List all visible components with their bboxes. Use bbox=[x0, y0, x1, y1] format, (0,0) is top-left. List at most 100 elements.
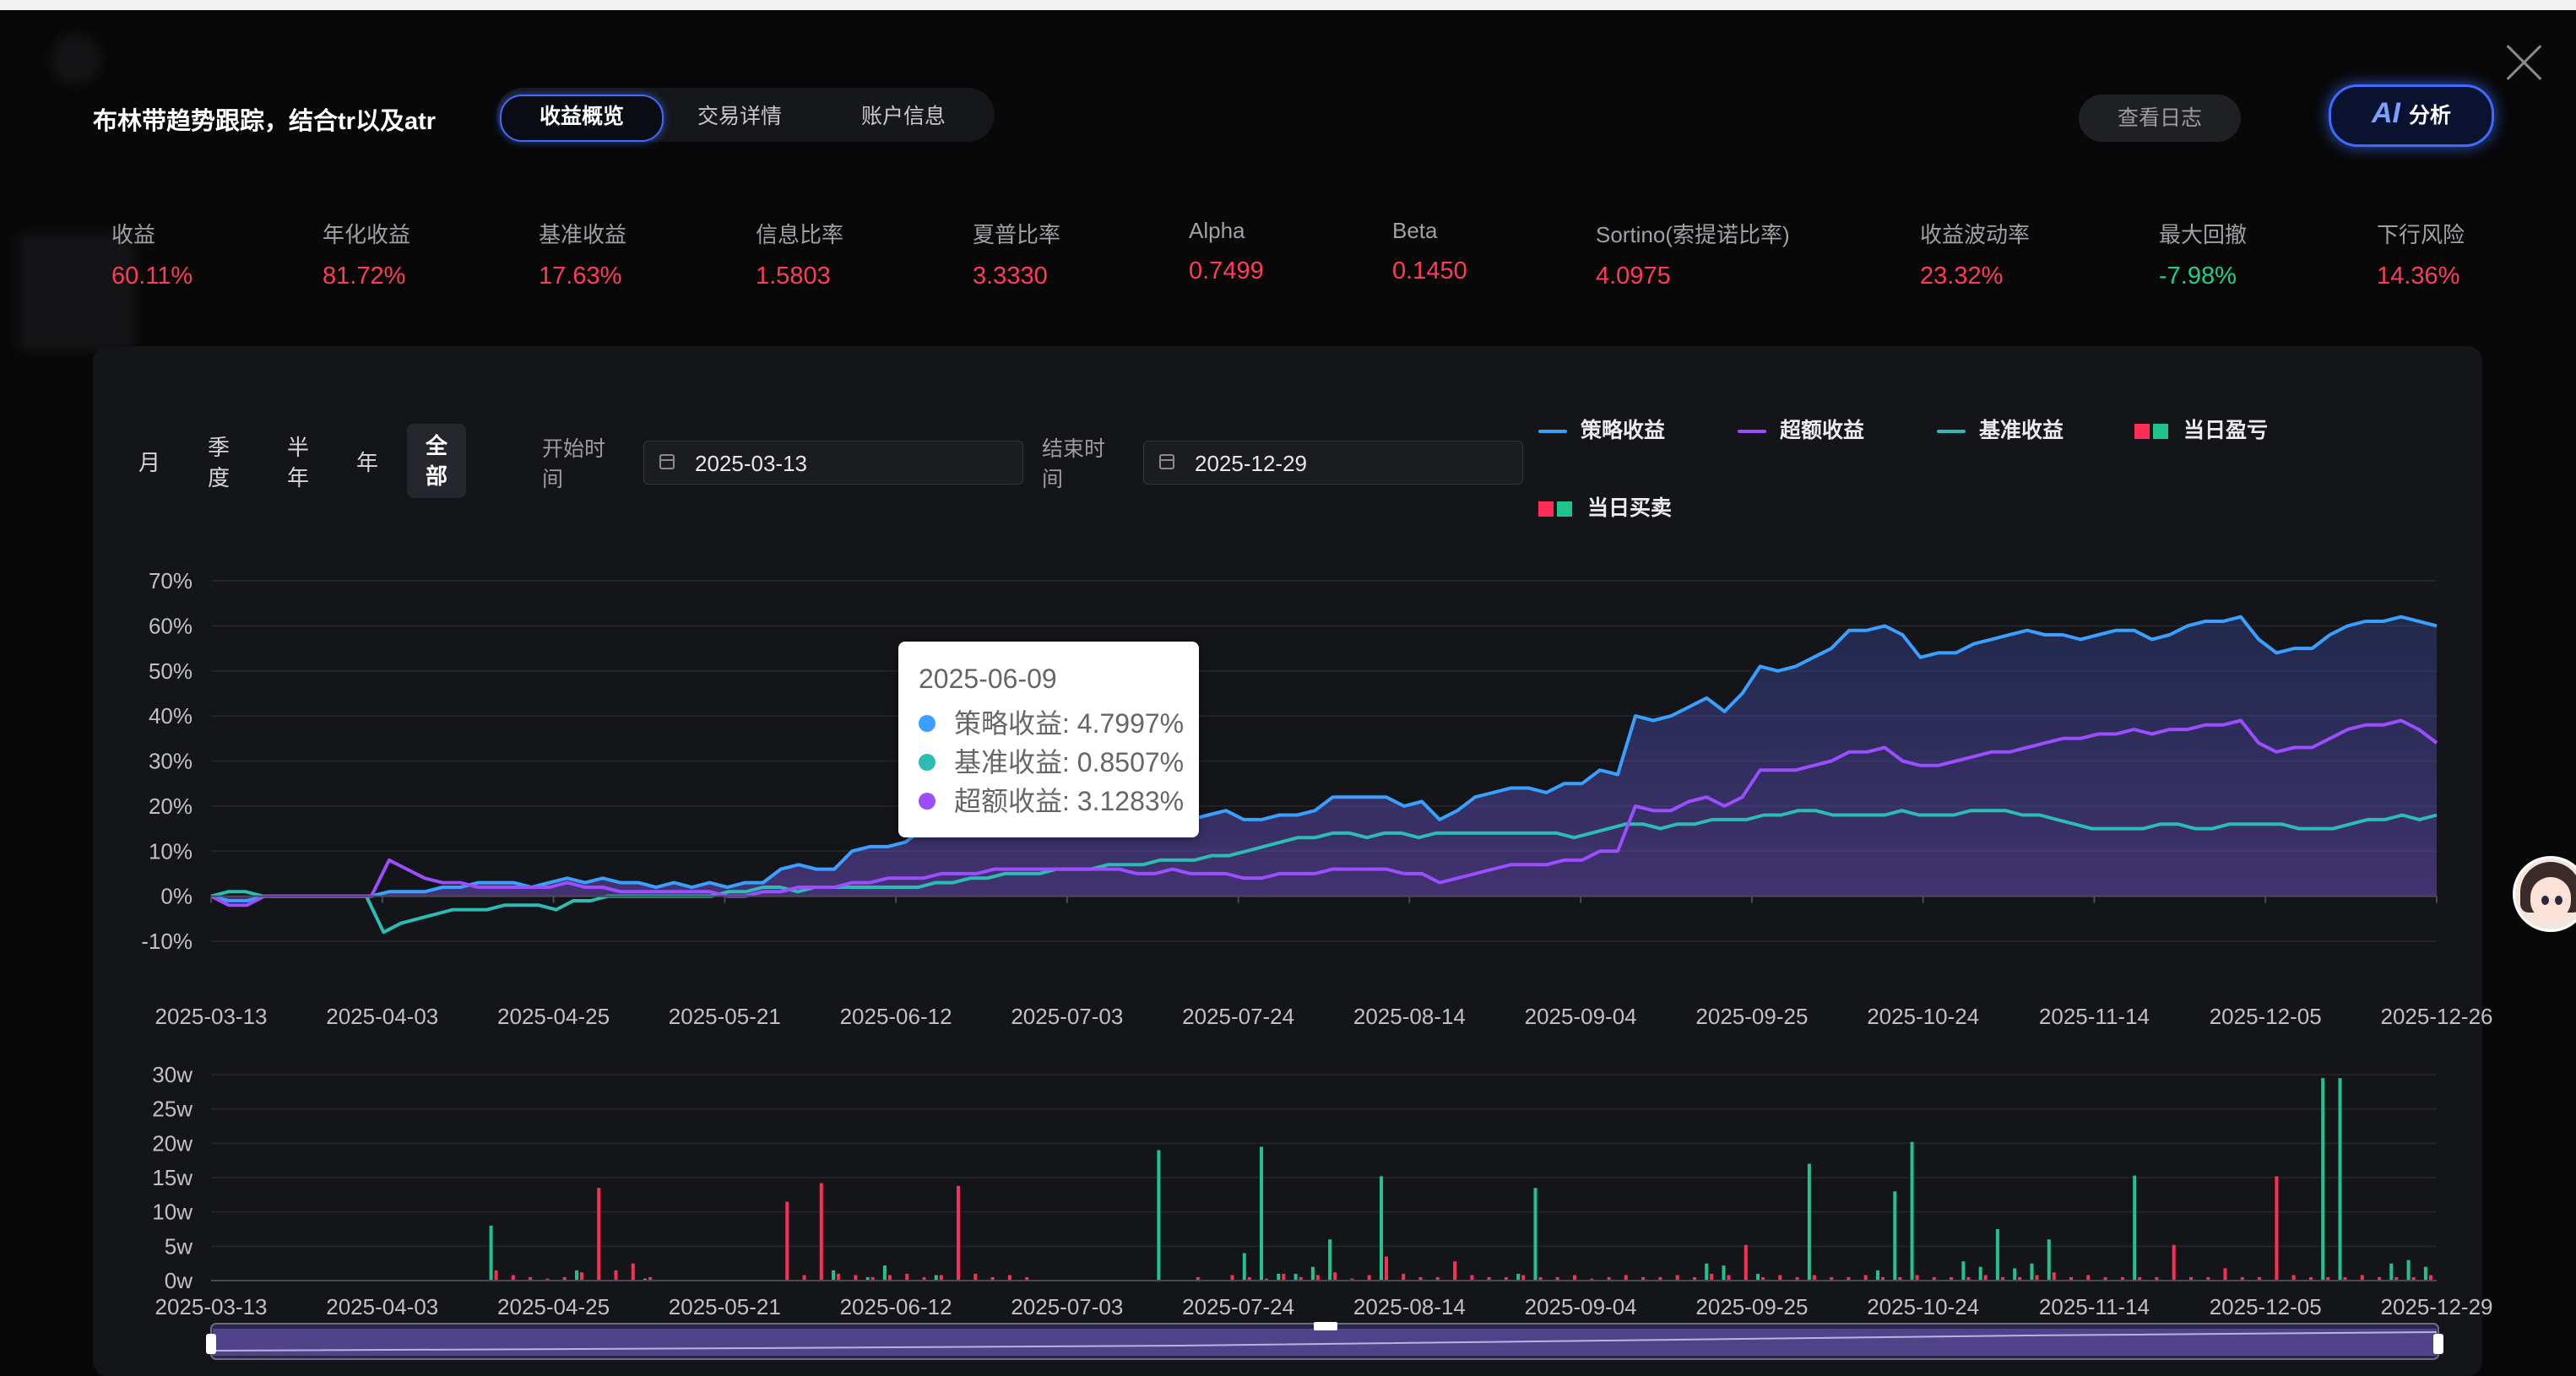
x-tick-label: 2025-09-25 bbox=[1695, 1004, 1808, 1029]
y-tick-label: 15w bbox=[152, 1165, 193, 1190]
pnl-bar bbox=[631, 1263, 635, 1281]
trade-bar bbox=[1380, 1176, 1383, 1281]
pnl-bar bbox=[1710, 1273, 1714, 1281]
trade-bar bbox=[489, 1225, 493, 1281]
x-tick-label: 2025-08-14 bbox=[1353, 1294, 1466, 1319]
pnl-bar bbox=[905, 1273, 909, 1281]
pnl-bar bbox=[819, 1183, 823, 1281]
trade-bar bbox=[2389, 1263, 2394, 1281]
trade-bar bbox=[1242, 1253, 1246, 1281]
x-tick-label: 2025-09-04 bbox=[1525, 1004, 1637, 1029]
y-tick-label: 5w bbox=[165, 1233, 193, 1259]
returns-chart[interactable]: -10% 0% 10% 20% 30% 40% 50% 60% 70% 2025-03-13 202… bbox=[0, 0, 2576, 1364]
x-tick-label: 2025-03-13 bbox=[155, 1004, 268, 1029]
trade-bar bbox=[1516, 1273, 1521, 1281]
pnl-bar bbox=[2172, 1244, 2176, 1281]
x-tick-label: 2025-05-21 bbox=[669, 1294, 781, 1319]
trade-bar bbox=[2047, 1239, 2051, 1281]
tooltip-row-benchmark: 基准收益: 0.8507% bbox=[919, 741, 1184, 780]
series-dot-icon bbox=[919, 792, 935, 810]
x-tick-label: 2025-11-14 bbox=[2039, 1294, 2150, 1319]
x-tick-label: 2025-12-26 bbox=[2381, 1004, 2493, 1029]
x-tick-label: 2025-04-03 bbox=[326, 1294, 438, 1319]
avatar-eye bbox=[2555, 896, 2562, 905]
trade-bar bbox=[1260, 1146, 1263, 1281]
y-tick-label: 40% bbox=[149, 703, 193, 729]
y-tick-label: 0% bbox=[160, 884, 193, 909]
zoom-slider-handle-right[interactable] bbox=[2433, 1334, 2443, 1354]
x-tick-label: 2025-11-14 bbox=[2039, 1004, 2150, 1029]
pnl-bar bbox=[973, 1273, 978, 1281]
y-tick-label: 20w bbox=[152, 1130, 193, 1156]
trade-bar bbox=[575, 1270, 578, 1281]
zoom-slider-selection[interactable] bbox=[213, 1329, 2437, 1356]
x-tick-label: 2025-04-25 bbox=[497, 1294, 610, 1319]
trade-bar bbox=[1876, 1270, 1879, 1281]
avatar-eye bbox=[2541, 896, 2549, 905]
x-tick-label: 2025-09-04 bbox=[1525, 1294, 1637, 1319]
trade-bar bbox=[882, 1265, 887, 1281]
y-tick-label: 0w bbox=[165, 1268, 193, 1293]
tooltip-value: 3.1283% bbox=[1076, 786, 1185, 816]
trade-bar bbox=[1293, 1273, 1298, 1281]
x-tick-label: 2025-08-14 bbox=[1353, 1004, 1466, 1029]
x-tick-label: 2025-06-12 bbox=[840, 1004, 952, 1029]
pnl-bar bbox=[597, 1188, 601, 1281]
trade-bar bbox=[1722, 1265, 1726, 1281]
x-tick-label: 2025-07-24 bbox=[1182, 1004, 1294, 1029]
tooltip-label: 策略收益 bbox=[954, 708, 1063, 739]
series-dot-icon bbox=[919, 753, 935, 771]
trade-bar bbox=[1978, 1266, 1982, 1281]
zoom-slider-handle-left[interactable] bbox=[206, 1334, 216, 1354]
trade-bar bbox=[2406, 1260, 2411, 1281]
x-tick-label: 2025-12-05 bbox=[2210, 1294, 2322, 1319]
y-tick-label: 25w bbox=[152, 1097, 193, 1122]
tooltip-date: 2025-06-09 bbox=[919, 664, 1057, 694]
pnl-bar bbox=[837, 1273, 841, 1281]
tooltip-label: 基准收益 bbox=[954, 747, 1063, 777]
y-tick-label: 10w bbox=[152, 1200, 193, 1225]
pnl-bar bbox=[785, 1201, 789, 1281]
trade-bar bbox=[1533, 1188, 1537, 1281]
trade-bar bbox=[2321, 1078, 2325, 1281]
pnl-bar bbox=[1453, 1261, 1457, 1281]
trade-bar bbox=[1995, 1229, 1999, 1281]
y-tick-label: -10% bbox=[141, 929, 193, 954]
trade-bar bbox=[1157, 1150, 1161, 1281]
tooltip-row-excess: 超额收益: 3.1283% bbox=[919, 780, 1184, 819]
tooltip-row-strategy: 策略收益: 4.7997% bbox=[919, 702, 1184, 741]
tooltip-value: 4.7997% bbox=[1076, 708, 1185, 739]
pnl-bar bbox=[1744, 1244, 1748, 1281]
chart-tooltip: 2025-06-09 策略收益: 4.7997% 基准收益: 0.8507% 超… bbox=[898, 642, 1199, 837]
x-tick-label: 2025-04-03 bbox=[326, 1004, 438, 1029]
pnl-bar bbox=[1333, 1272, 1337, 1281]
x-tick-label: 2025-04-25 bbox=[497, 1004, 610, 1029]
y-tick-label: 30% bbox=[149, 749, 193, 774]
zoom-slider-drag-grip[interactable] bbox=[1314, 1322, 1337, 1330]
trade-bar bbox=[1705, 1263, 1709, 1281]
trade-bar bbox=[832, 1270, 836, 1281]
x-tick-label: 2025-07-03 bbox=[1011, 1004, 1123, 1029]
tooltip-value: 0.8507% bbox=[1076, 747, 1185, 777]
strategy-area-fill bbox=[211, 616, 2437, 901]
trade-bar bbox=[1893, 1191, 1897, 1281]
pnl-bar bbox=[2223, 1268, 2227, 1281]
series-dot-icon bbox=[919, 714, 935, 732]
x-tick-label: 2025-12-29 bbox=[2381, 1294, 2493, 1319]
trade-bar bbox=[2338, 1078, 2342, 1281]
x-tick-label: 2025-05-21 bbox=[669, 1004, 781, 1029]
y-tick-label: 20% bbox=[149, 794, 193, 819]
x-tick-label: 2025-07-03 bbox=[1011, 1294, 1123, 1319]
pnl-bar bbox=[2052, 1272, 2056, 1281]
pnl-bar bbox=[957, 1185, 960, 1281]
trade-bar bbox=[1756, 1273, 1760, 1281]
trade-bar bbox=[1277, 1273, 1281, 1281]
trade-bar bbox=[2133, 1175, 2137, 1281]
pnl-bar bbox=[1402, 1273, 1406, 1281]
x-tick-label: 2025-07-24 bbox=[1182, 1294, 1294, 1319]
x-tick-label: 2025-10-24 bbox=[1867, 1294, 1979, 1319]
trade-bar bbox=[1310, 1266, 1315, 1281]
pnl-bar bbox=[614, 1270, 618, 1281]
x-tick-label: 2025-10-24 bbox=[1867, 1004, 1979, 1029]
pnl-bar bbox=[580, 1272, 583, 1281]
